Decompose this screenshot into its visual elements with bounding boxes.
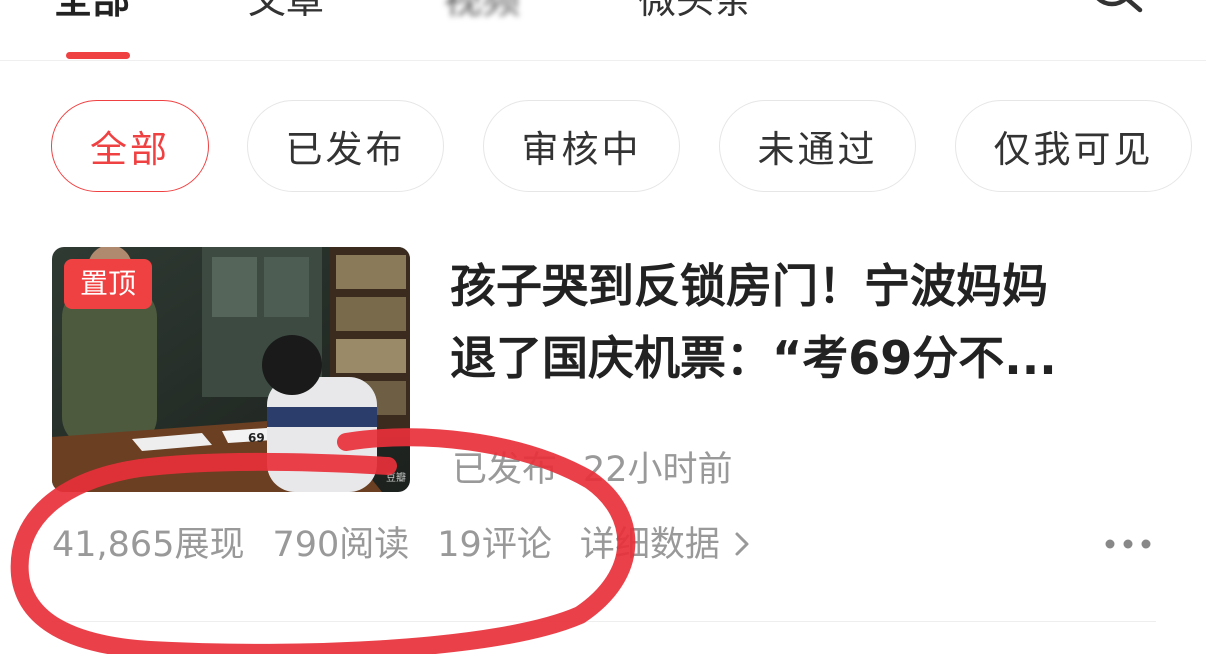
pinned-badge: 置顶: [64, 259, 152, 309]
filter-chip-private[interactable]: 仅我可见: [955, 100, 1192, 192]
active-tab-indicator: [66, 52, 130, 59]
top-tab-weitoutiao[interactable]: 微头条: [638, 0, 752, 22]
more-icon[interactable]: [1104, 534, 1152, 554]
search-icon[interactable]: [1082, 0, 1146, 26]
reads-count: 790阅读: [272, 525, 410, 565]
article-status-line: 已发布 22小时前: [452, 448, 733, 492]
article-stats-row: 41,865展现 790阅读 19评论 详细数据: [52, 523, 752, 567]
svg-text:69: 69: [248, 431, 265, 445]
filter-chip-reviewing[interactable]: 审核中: [483, 100, 680, 192]
details-link[interactable]: 详细数据: [580, 525, 752, 565]
article-title-line-1: 孩子哭到反锁房门！宁波妈妈: [450, 259, 1048, 313]
top-tab-bar: 全部 文章 视频 微头条: [0, 0, 1206, 61]
article-thumbnail[interactable]: 69 置顶 豆瓣: [52, 247, 410, 492]
article-title[interactable]: 孩子哭到反锁房门！宁波妈妈 退了国庆机票：“考69分不...: [450, 250, 1150, 394]
thumbnail-watermark: 豆瓣: [386, 473, 406, 484]
article-title-line-2: 退了国庆机票：“考69分不...: [450, 331, 1057, 385]
top-tab-articles[interactable]: 文章: [248, 0, 324, 22]
impressions-count: 41,865展现: [52, 525, 245, 565]
publish-status: 已发布: [452, 450, 558, 490]
top-tab-videos[interactable]: 视频: [444, 0, 520, 22]
chevron-right-icon: [735, 532, 749, 556]
details-link-label: 详细数据: [579, 525, 720, 565]
comments-count[interactable]: 19评论: [437, 525, 552, 565]
publish-time: 22小时前: [583, 450, 733, 490]
filter-chip-all[interactable]: 全部: [51, 100, 209, 192]
top-tab-all[interactable]: 全部: [54, 0, 130, 22]
card-divider: [52, 621, 1156, 622]
filter-chip-published[interactable]: 已发布: [247, 100, 444, 192]
filter-chip-rejected[interactable]: 未通过: [719, 100, 916, 192]
